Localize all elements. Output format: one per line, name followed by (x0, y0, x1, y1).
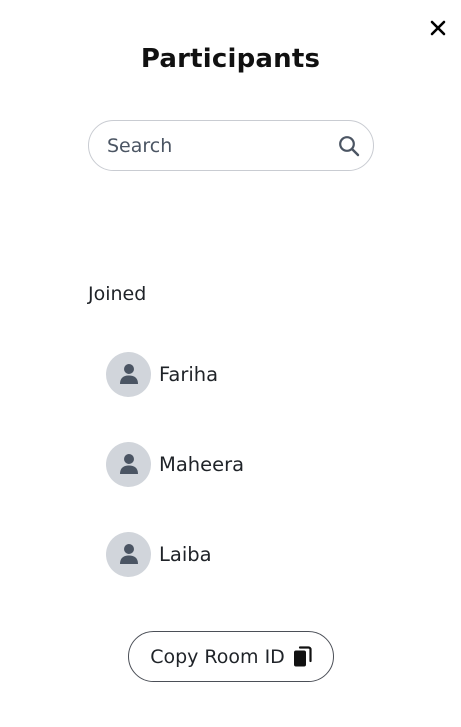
participants-dialog: Participants Joined Fariha Maheera (0, 0, 461, 727)
participant-item[interactable]: Laiba (106, 531, 212, 577)
copy-icon (293, 645, 312, 666)
avatar (106, 351, 151, 397)
search-box[interactable] (88, 120, 374, 171)
search-input[interactable] (107, 121, 337, 170)
avatar (106, 441, 151, 487)
participant-name: Fariha (159, 362, 219, 386)
close-icon (430, 20, 446, 36)
close-button[interactable] (429, 19, 447, 37)
participant-item[interactable]: Maheera (106, 441, 244, 487)
participant-name: Laiba (159, 542, 212, 566)
user-icon (119, 454, 138, 474)
search-icon[interactable] (338, 135, 360, 157)
user-icon (119, 544, 138, 564)
joined-section-label: Joined (88, 283, 147, 305)
user-icon (119, 364, 138, 384)
dialog-title: Participants (140, 44, 321, 74)
participant-name: Maheera (159, 452, 245, 476)
participant-item[interactable]: Fariha (106, 351, 218, 397)
avatar (106, 531, 151, 577)
copy-room-id-label: Copy Room ID (150, 645, 285, 668)
copy-room-id-button[interactable]: Copy Room ID (128, 631, 334, 682)
